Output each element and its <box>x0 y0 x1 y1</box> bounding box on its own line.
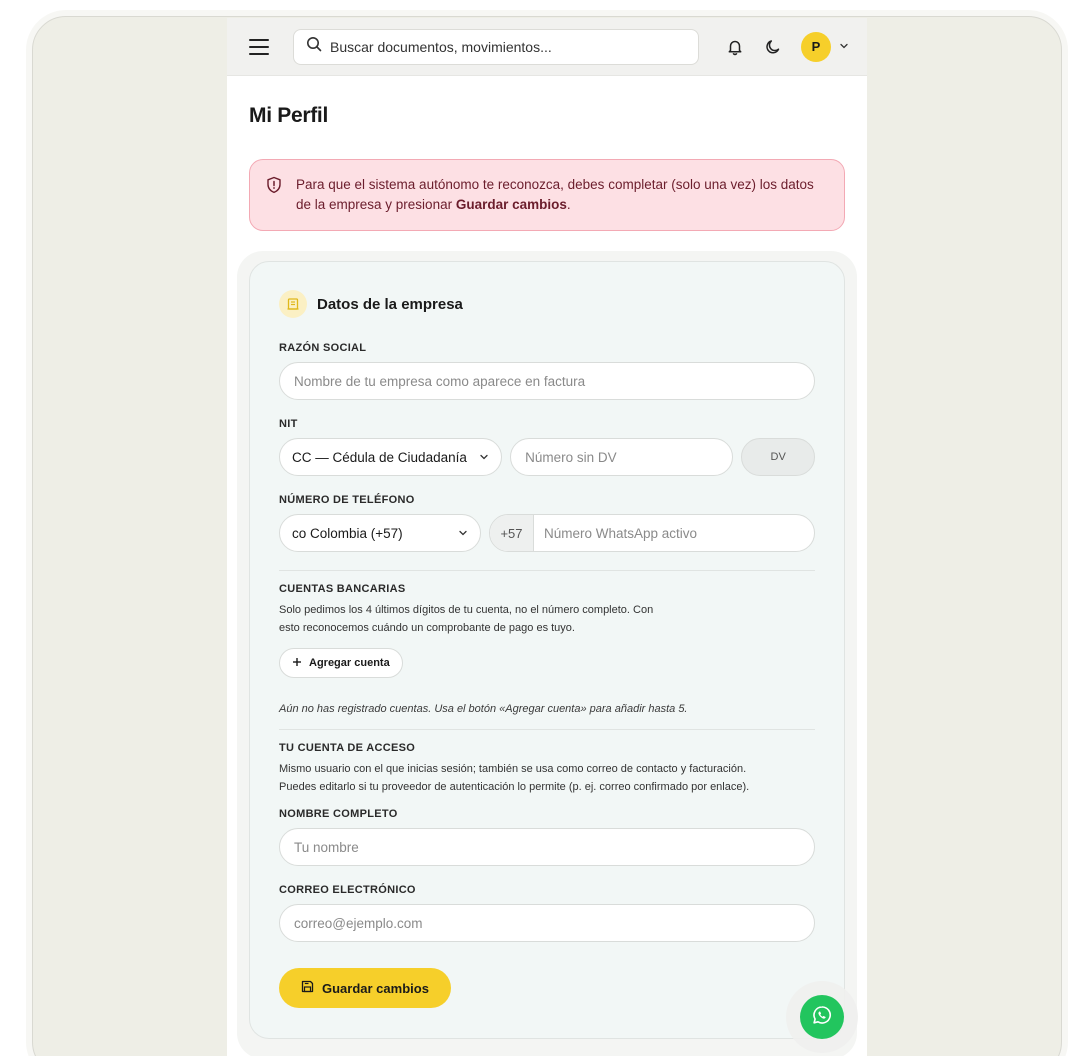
chevron-down-icon <box>839 38 849 56</box>
dv-input[interactable]: DV <box>741 438 815 476</box>
country-select[interactable]: co Colombia (+57) <box>279 514 481 552</box>
phone-placeholder: Número WhatsApp activo <box>544 525 698 541</box>
doc-type-value: CC — Cédula de Ciudadanía <box>292 449 467 465</box>
avatar: P <box>801 31 831 62</box>
phone-input-group[interactable]: +57 Número WhatsApp activo <box>489 514 815 552</box>
floppy-disk-icon <box>301 980 314 996</box>
name-placeholder: Tu nombre <box>294 839 359 855</box>
nit-label: NIT <box>279 418 298 430</box>
page-title: Mi Perfil <box>249 104 328 127</box>
phone-prefix: +57 <box>490 515 534 551</box>
search-icon <box>306 36 322 57</box>
building-icon <box>279 290 307 318</box>
search-input[interactable] <box>330 38 670 55</box>
razon-social-input[interactable]: Nombre de tu empresa como aparece en fac… <box>279 362 815 400</box>
access-help-line2: Puedes editarlo si tu proveedor de auten… <box>279 781 750 793</box>
bank-help-line1: Solo pedimos los 4 últimos dígitos de tu… <box>279 604 654 616</box>
info-alert: Para que el sistema autónomo te reconozc… <box>249 159 845 231</box>
alert-text: Para que el sistema autónomo te reconozc… <box>296 177 814 212</box>
email-label: CORREO ELECTRÓNICO <box>279 884 416 896</box>
country-value: co Colombia (+57) <box>292 525 403 541</box>
access-section-title: TU CUENTA DE ACCESO <box>279 742 416 754</box>
whatsapp-chat-button[interactable] <box>800 995 844 1039</box>
moon-icon[interactable] <box>763 37 783 57</box>
card-title: Datos de la empresa <box>317 295 463 313</box>
add-account-label: Agregar cuenta <box>309 657 390 669</box>
chevron-down-icon <box>458 526 468 541</box>
name-input[interactable]: Tu nombre <box>279 828 815 866</box>
bank-help-line2: esto reconocemos cuándo un comprobante d… <box>279 622 575 634</box>
user-menu[interactable]: P <box>801 31 849 62</box>
form-card-wrapper: Datos de la empresa RAZÓN SOCIAL Nombre … <box>237 251 857 1056</box>
app-screen: P Mi Perfil Para que el sistema autónomo… <box>227 18 867 1056</box>
empty-accounts-note: Aún no has registrado cuentas. Usa el bo… <box>279 703 688 715</box>
dv-placeholder: DV <box>770 451 786 463</box>
doc-type-select[interactable]: CC — Cédula de Ciudadanía <box>279 438 503 476</box>
phone-label: NÚMERO DE TELÉFONO <box>279 494 415 506</box>
divider <box>279 729 815 730</box>
plus-icon <box>292 657 302 670</box>
whatsapp-icon <box>811 1004 833 1031</box>
bank-section-title: CUENTAS BANCARIAS <box>279 583 406 595</box>
chevron-down-icon <box>479 450 489 465</box>
nit-input[interactable]: Número sin DV <box>510 438 734 476</box>
top-bar: P <box>227 18 867 76</box>
save-label: Guardar cambios <box>322 980 429 996</box>
shield-alert-icon <box>266 176 284 215</box>
add-account-button[interactable]: Agregar cuenta <box>279 648 403 678</box>
email-input[interactable]: correo@ejemplo.com <box>279 904 815 942</box>
name-label: NOMBRE COMPLETO <box>279 808 398 820</box>
access-help-line1: Mismo usuario con el que inicias sesión;… <box>279 763 747 775</box>
email-placeholder: correo@ejemplo.com <box>294 915 423 931</box>
save-button[interactable]: Guardar cambios <box>279 968 451 1008</box>
menu-icon[interactable] <box>249 38 269 55</box>
razon-social-placeholder: Nombre de tu empresa como aparece en fac… <box>294 373 586 389</box>
bell-icon[interactable] <box>725 37 745 57</box>
razon-social-label: RAZÓN SOCIAL <box>279 342 367 354</box>
nit-placeholder: Número sin DV <box>525 449 617 465</box>
company-form-card: Datos de la empresa RAZÓN SOCIAL Nombre … <box>249 261 845 1039</box>
divider <box>279 570 815 571</box>
search-box[interactable] <box>293 28 699 65</box>
